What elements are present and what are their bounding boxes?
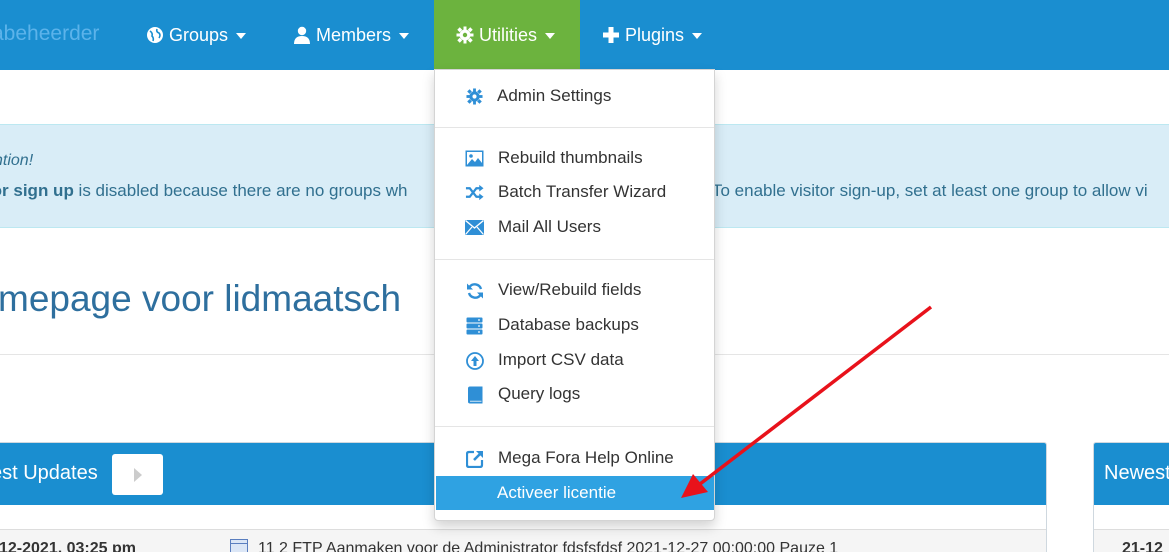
utilities-dropdown-menu: Admin Settings Rebuild thumbnails Batch …: [434, 69, 715, 521]
database-icon: [465, 316, 484, 335]
panel-title: Newest: [1104, 462, 1169, 484]
nav-utilities-label: Utilities: [479, 24, 538, 45]
newest-panel: Newest 21-12: [1093, 442, 1169, 552]
menu-item-label: Mail All Users: [498, 217, 601, 236]
top-navbar: abeheerder Groups Members Utilities Plug…: [0, 0, 1169, 70]
globe-icon: [146, 26, 164, 44]
panel-header: Newest: [1094, 443, 1169, 505]
menu-item-label: Database backups: [498, 315, 639, 334]
menu-item-label: Query logs: [498, 384, 581, 403]
menu-divider: [435, 259, 714, 260]
next-button[interactable]: [112, 454, 163, 495]
row-text[interactable]: 11 2 FTP Aanmaken voor de Administrator …: [258, 540, 838, 552]
cog-icon: [465, 87, 484, 106]
menu-item-label: Batch Transfer Wizard: [498, 182, 667, 201]
menu-item-mega-fora-help-online[interactable]: Mega Fora Help Online: [435, 441, 714, 475]
menu-item-label: View/Rebuild fields: [498, 280, 642, 299]
alert-text-right: To enable visitor sign-up, set at least …: [712, 181, 1148, 200]
alert-title: ntion!: [0, 152, 34, 169]
alert-bold-text: tor sign up: [0, 181, 74, 200]
menu-item-label: Import CSV data: [498, 350, 624, 369]
calendar-icon: [230, 539, 248, 552]
menu-item-import-csv-data[interactable]: Import CSV data: [435, 343, 714, 377]
nav-members[interactable]: Members: [293, 0, 410, 70]
book-icon: [465, 385, 484, 404]
menu-divider: [435, 426, 714, 427]
caret-down-icon: [692, 33, 703, 39]
panel-title: est Updates: [0, 462, 98, 484]
external-link-icon: [465, 449, 484, 468]
cog-icon: [456, 26, 474, 44]
row-date: 21-12: [1122, 540, 1163, 552]
nav-groups-label: Groups: [169, 24, 229, 45]
nav-plugins[interactable]: Plugins: [602, 0, 703, 70]
nav-utilities[interactable]: Utilities: [434, 0, 580, 70]
image-icon: [465, 149, 484, 168]
caret-down-icon: [399, 33, 410, 39]
menu-item-database-backups[interactable]: Database backups: [435, 308, 714, 342]
caret-down-icon: [545, 33, 556, 39]
plus-icon: [602, 26, 620, 44]
nav-groups[interactable]: Groups: [146, 0, 247, 70]
alert-text: tor sign up is disabled because there ar…: [0, 181, 407, 201]
menu-item-admin-settings[interactable]: Admin Settings: [435, 79, 714, 113]
row-date: 12-2021, 03:25 pm: [0, 540, 136, 552]
menu-item-label: Rebuild thumbnails: [498, 148, 643, 167]
envelope-icon: [465, 218, 484, 237]
brand-title[interactable]: abeheerder: [0, 22, 99, 46]
menu-item-activeer-licentie[interactable]: Activeer licentie: [436, 476, 714, 510]
menu-item-label: Mega Fora Help Online: [498, 448, 674, 467]
alert-text-part: is disabled because there are no groups …: [73, 181, 408, 200]
upload-icon: [465, 351, 484, 370]
menu-item-label: Activeer licentie: [497, 483, 617, 502]
refresh-icon: [465, 281, 484, 300]
user-icon: [293, 26, 311, 44]
caret-down-icon: [236, 33, 247, 39]
menu-item-batch-transfer-wizard[interactable]: Batch Transfer Wizard: [435, 175, 714, 209]
menu-item-view-rebuild-fields[interactable]: View/Rebuild fields: [435, 273, 714, 307]
menu-item-label: Admin Settings: [497, 86, 612, 105]
menu-item-mail-all-users[interactable]: Mail All Users: [435, 210, 714, 244]
menu-divider: [435, 127, 714, 128]
menu-item-rebuild-thumbnails[interactable]: Rebuild thumbnails: [435, 141, 714, 175]
nav-members-label: Members: [316, 24, 392, 45]
nav-plugins-label: Plugins: [625, 24, 685, 45]
menu-item-query-logs[interactable]: Query logs: [435, 377, 714, 411]
shuffle-icon: [465, 183, 484, 202]
arrow-right-icon: [133, 467, 142, 482]
page-title: mepage voor lidmaatsch: [0, 278, 402, 319]
